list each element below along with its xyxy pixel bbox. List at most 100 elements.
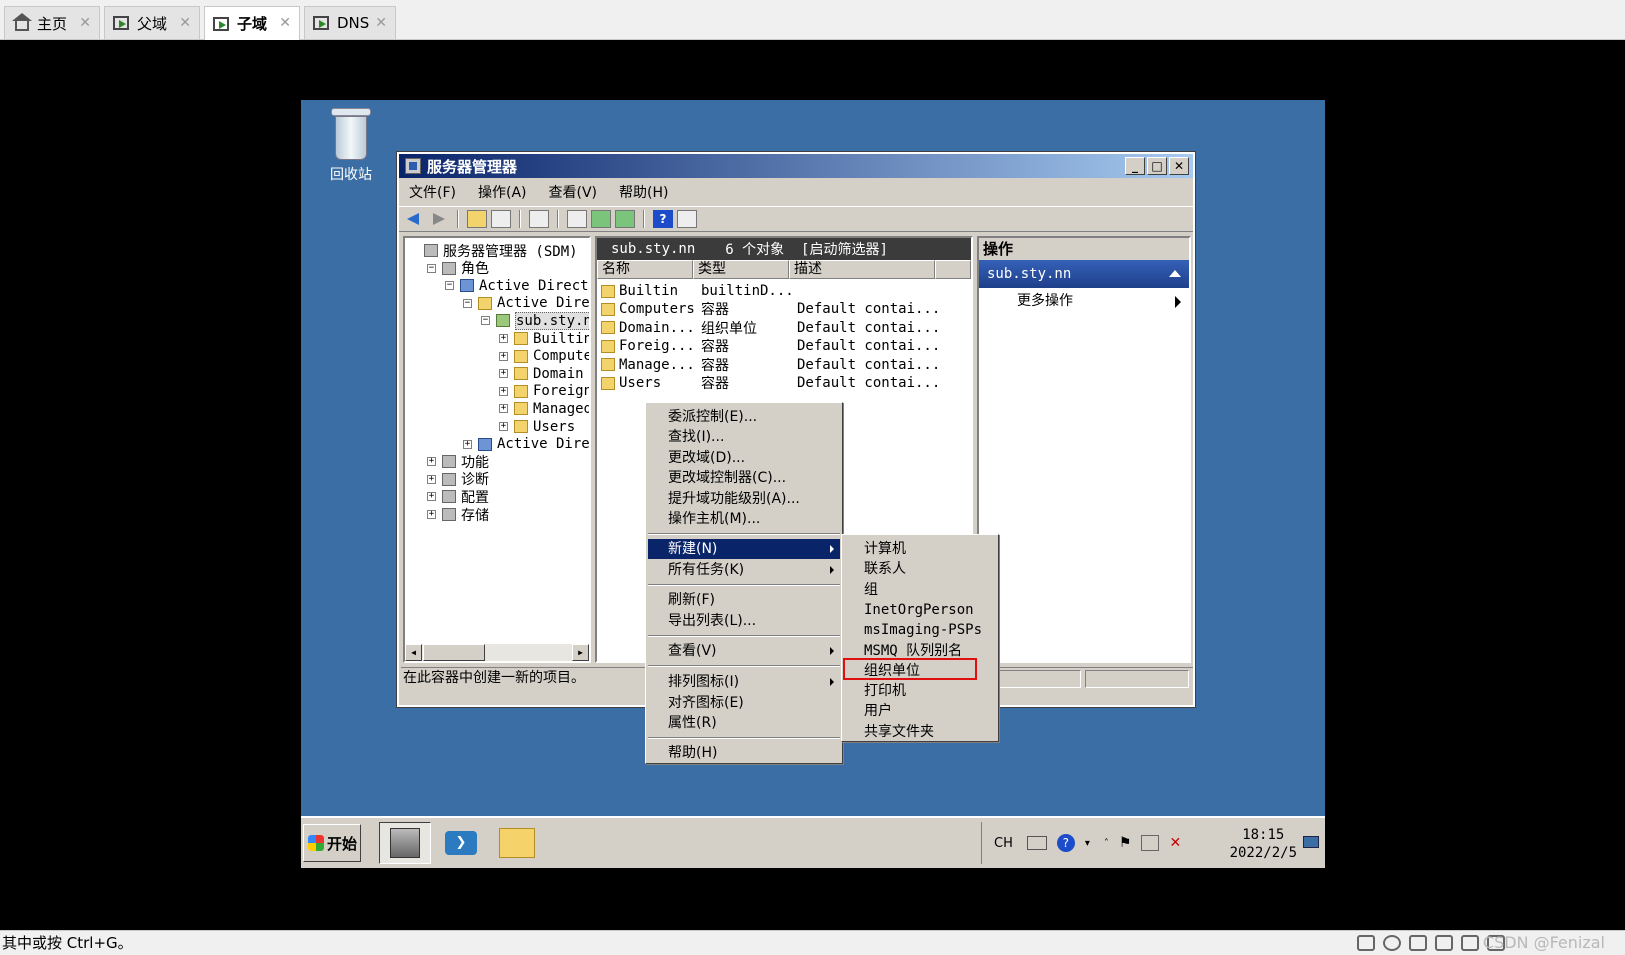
printer-icon[interactable] [1435,935,1453,951]
tab-child-domain[interactable]: 子域 ✕ [204,6,300,40]
action-pane-icon[interactable] [677,210,697,228]
tab-parent-domain[interactable]: 父域 ✕ [104,6,200,39]
list-item[interactable]: Users 容器 Default contai... [601,374,940,392]
expand-icon[interactable]: + [427,492,436,502]
start-button[interactable]: 开始 [303,824,361,862]
expand-icon[interactable]: + [499,351,508,361]
submenu-item[interactable]: InetOrgPerson [844,600,996,620]
keyboard-icon[interactable] [1026,836,1047,850]
flag-icon[interactable]: ⚑ [1119,835,1132,851]
submenu-item[interactable]: 联系人 [844,559,996,579]
network-adapter-icon[interactable] [1409,935,1427,951]
collapse-icon[interactable]: − [463,298,472,308]
collapse-icon[interactable]: − [445,281,454,291]
column-header-description[interactable]: 描述 [789,260,935,279]
chevron-up-icon[interactable]: ˄ [1104,838,1109,849]
list-item[interactable]: Builtin builtinD... [601,282,797,300]
language-indicator[interactable]: CH [994,836,1013,851]
tree-item[interactable]: + 功能 [427,453,489,471]
context-menu-item[interactable]: 查找(I)... [648,427,840,447]
context-menu-item[interactable]: 委派控制(E)... [648,407,840,427]
taskbar-powershell[interactable]: ❯ [435,822,487,864]
volume-muted-icon[interactable]: ✕ [1169,835,1181,851]
collapse-icon[interactable]: − [481,316,490,326]
tree-item[interactable]: + Managed S [499,400,589,417]
expand-icon[interactable]: + [427,474,436,484]
list-item[interactable]: Manage... 容器 Default contai... [601,356,940,374]
show-tree-icon[interactable] [491,210,511,228]
scroll-right-icon[interactable]: ▶ [572,644,589,661]
tree-item[interactable]: 服务器管理器 (SDM) [409,242,578,260]
column-header-type[interactable]: 类型 [693,260,789,279]
context-menu-item[interactable]: 帮助(H) [648,743,840,763]
close-icon[interactable]: ✕ [179,15,191,31]
tree-item[interactable]: − Active Directory [445,277,589,294]
tree-item[interactable]: − sub.sty.nn [481,311,589,330]
window-titlebar[interactable]: 服务器管理器 _ □ ✕ [399,154,1193,178]
tree-item[interactable]: + Computers [499,348,589,365]
context-menu-item[interactable]: 排列图标(I) [648,672,840,692]
expand-icon[interactable]: + [463,439,472,449]
clock[interactable]: 18:15 2022/2/5 [1230,826,1297,862]
recycle-bin[interactable]: 回收站 [321,108,381,184]
taskbar-explorer[interactable] [491,822,543,864]
expand-icon[interactable]: + [499,334,508,343]
collapse-icon[interactable] [1169,270,1181,277]
options-icon[interactable]: ▾ [1085,838,1090,849]
tab-home[interactable]: 主页 ✕ [4,6,100,39]
context-menu-item[interactable]: 属性(R) [648,713,840,733]
submenu-item[interactable]: 用户 [844,701,996,721]
back-icon[interactable] [405,210,425,228]
context-menu-item[interactable]: 对齐图标(E) [648,693,840,713]
context-menu-item[interactable]: 操作主机(M)... [648,509,840,529]
help-icon[interactable]: ? [1056,834,1075,852]
close-icon[interactable]: ✕ [375,15,387,31]
clipboard-icon[interactable] [529,210,549,228]
up-folder-icon[interactable] [467,210,487,228]
tree-item[interactable]: − 角色 [427,260,489,277]
tree-item[interactable]: + 存储 [427,506,489,524]
tab-dns[interactable]: DNS ✕ [304,6,396,39]
menu-view[interactable]: 查看(V) [549,182,598,202]
taskbar-server-manager[interactable] [379,822,431,864]
list-item[interactable]: Domain... 组织单位 Default contai... [601,319,940,337]
expand-icon[interactable]: + [499,404,508,414]
actions-selected-item[interactable]: sub.sty.nn [979,260,1189,288]
tree-item[interactable]: + Active Directo [463,436,589,453]
tree-item[interactable]: + Domain Co [499,365,589,382]
expand-icon[interactable]: + [499,386,508,396]
tree-horizontal-scrollbar[interactable]: ◀ ▶ [405,643,589,661]
submenu-item[interactable]: 打印机 [844,681,996,701]
network-icon[interactable] [1141,835,1160,851]
list-item[interactable]: Foreig... 容器 Default contai... [601,337,940,355]
hard-disk-icon[interactable] [1357,935,1375,951]
show-desktop-icon[interactable] [1303,836,1319,848]
expand-icon[interactable]: + [499,369,508,379]
context-menu-item[interactable]: 提升域功能级别(A)... [648,489,840,509]
expand-icon[interactable]: + [499,422,508,431]
submenu-item[interactable]: 计算机 [844,539,996,559]
refresh-icon[interactable] [591,210,611,228]
menu-help[interactable]: 帮助(H) [619,182,668,202]
column-header-name[interactable]: 名称 [597,260,693,279]
forward-icon[interactable] [429,210,449,228]
menu-action[interactable]: 操作(A) [478,182,527,202]
tree-item[interactable]: − Active Directo [463,295,589,312]
scrollbar-thumb[interactable] [423,644,485,661]
properties-icon[interactable] [567,210,587,228]
expand-icon[interactable]: + [427,510,436,519]
tree-item[interactable]: + 诊断 [427,471,489,488]
context-menu-item[interactable]: 新建(N) [648,539,840,559]
close-icon[interactable]: ✕ [79,15,91,31]
tree-item[interactable]: + Builtin [499,330,589,347]
tree-item[interactable]: + Users [499,418,575,435]
expand-icon[interactable]: + [427,457,436,467]
sound-icon[interactable] [1461,935,1479,951]
actions-more[interactable]: 更多操作 [979,288,1189,314]
context-menu-item[interactable]: 更改域控制器(C)... [648,468,840,488]
submenu-item[interactable]: 共享文件夹 [844,722,996,742]
scroll-left-icon[interactable]: ◀ [405,644,422,661]
menu-file[interactable]: 文件(F) [409,182,456,202]
maximize-button[interactable]: □ [1147,157,1167,175]
context-menu-item[interactable]: 更改域(D)... [648,448,840,468]
